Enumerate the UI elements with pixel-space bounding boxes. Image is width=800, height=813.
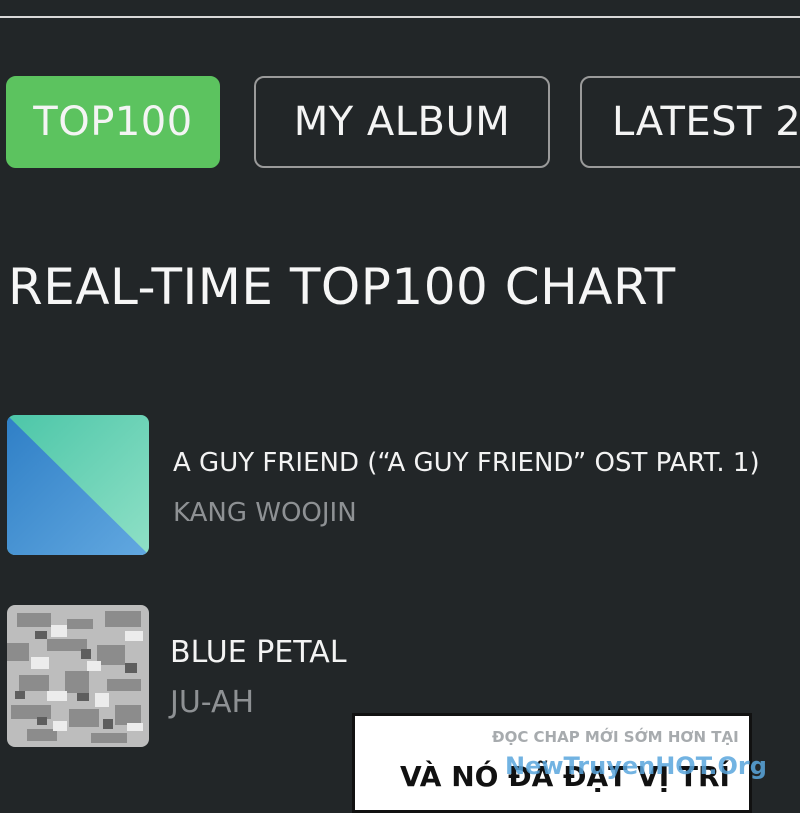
- page-title: REAL-TIME TOP100 CHART: [8, 258, 676, 316]
- tab-my-album[interactable]: MY ALBUM: [254, 76, 550, 168]
- song-artist: KANG WOOJIN: [173, 498, 357, 528]
- song-title[interactable]: BLUE PETAL: [170, 635, 347, 670]
- tab-latest[interactable]: LATEST 24: [580, 76, 800, 168]
- song-title[interactable]: A GUY FRIEND (“A GUY FRIEND” OST PART. 1…: [173, 448, 760, 478]
- album-art-camo: [7, 605, 149, 747]
- album-art-thumbnail[interactable]: [7, 415, 149, 555]
- watermark-text: ĐỌC CHAP MỚI SỚM HƠN TẠI: [492, 728, 739, 746]
- top-divider: [0, 16, 800, 18]
- song-artist: JU-AH: [170, 685, 255, 720]
- tab-top100[interactable]: TOP100: [6, 76, 220, 168]
- album-art-gradient: [7, 415, 149, 555]
- album-art-thumbnail[interactable]: [7, 605, 149, 747]
- watermark-site: NewTruyenHOT.Org: [505, 752, 767, 780]
